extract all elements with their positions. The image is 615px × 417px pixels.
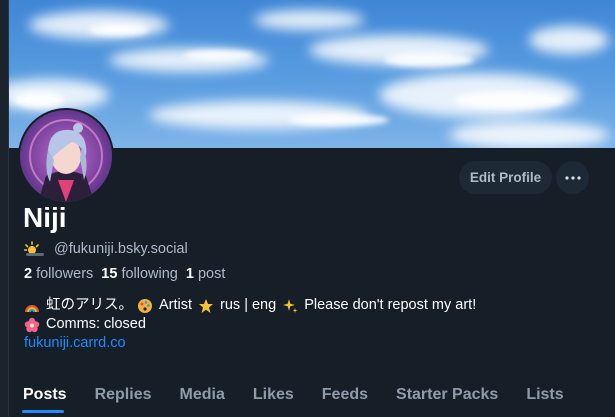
star-icon xyxy=(199,298,214,313)
posts-stat: 1 post xyxy=(186,266,226,282)
edit-profile-button[interactable]: Edit Profile xyxy=(459,161,552,194)
following-link[interactable]: 15 following xyxy=(101,266,178,282)
bio-line-1: 虹のアリス。 Artist rus | eng Please don't rep… xyxy=(24,296,476,315)
profile-page: Edit Profile Niji @fukuniji.bsky.social … xyxy=(0,0,615,417)
tab-feeds[interactable]: Feeds xyxy=(308,382,382,408)
posts-label: post xyxy=(197,266,226,282)
bio-artist-text: Artist xyxy=(159,297,193,313)
profile-stats: 2 followers 15 following 1 post xyxy=(24,266,225,282)
side-rail xyxy=(0,0,9,417)
tab-starter-packs[interactable]: Starter Packs xyxy=(382,382,512,408)
profile-avatar[interactable] xyxy=(18,108,114,204)
tab-replies[interactable]: Replies xyxy=(81,382,166,408)
followers-link[interactable]: 2 followers xyxy=(24,266,93,282)
profile-tabs: Posts Replies Media Likes Feeds Starter … xyxy=(9,382,615,417)
bio-rainbow-text: 虹のアリス。 xyxy=(46,297,133,313)
tab-posts[interactable]: Posts xyxy=(9,382,81,408)
posts-count: 1 xyxy=(185,266,194,282)
display-name: Niji xyxy=(23,202,67,233)
following-count: 15 xyxy=(101,266,118,282)
active-tab-indicator xyxy=(22,410,64,413)
sparkles-icon xyxy=(283,298,298,313)
sun-behind-cloud-icon xyxy=(24,241,44,256)
bio-languages-text: rus | eng xyxy=(220,297,277,313)
more-options-button[interactable] xyxy=(556,161,589,194)
bio-comms-text: Comms: closed xyxy=(46,316,146,332)
avatar-image xyxy=(20,110,112,202)
tab-media[interactable]: Media xyxy=(166,382,239,408)
followers-label: followers xyxy=(36,266,94,282)
bio-line-2: Comms: closed xyxy=(24,315,476,334)
ellipsis-icon xyxy=(564,175,581,180)
bio-request-text: Please don't repost my art! xyxy=(304,297,477,313)
profile-handle[interactable]: @fukuniji.bsky.social xyxy=(54,241,188,257)
hibiscus-icon xyxy=(24,317,40,332)
artist-palette-icon xyxy=(138,298,152,313)
followers-count: 2 xyxy=(24,266,33,282)
profile-bio: 虹のアリス。 Artist rus | eng Please don't rep… xyxy=(24,296,476,353)
rainbow-icon xyxy=(25,304,39,312)
tab-likes[interactable]: Likes xyxy=(239,382,308,408)
tab-lists[interactable]: Lists xyxy=(512,382,577,408)
handle-row: @fukuniji.bsky.social xyxy=(24,239,188,259)
bio-website-link[interactable]: fukuniji.carrd.co xyxy=(24,334,126,353)
following-label: following xyxy=(121,266,178,282)
bio-line-3: fukuniji.carrd.co xyxy=(24,334,476,353)
